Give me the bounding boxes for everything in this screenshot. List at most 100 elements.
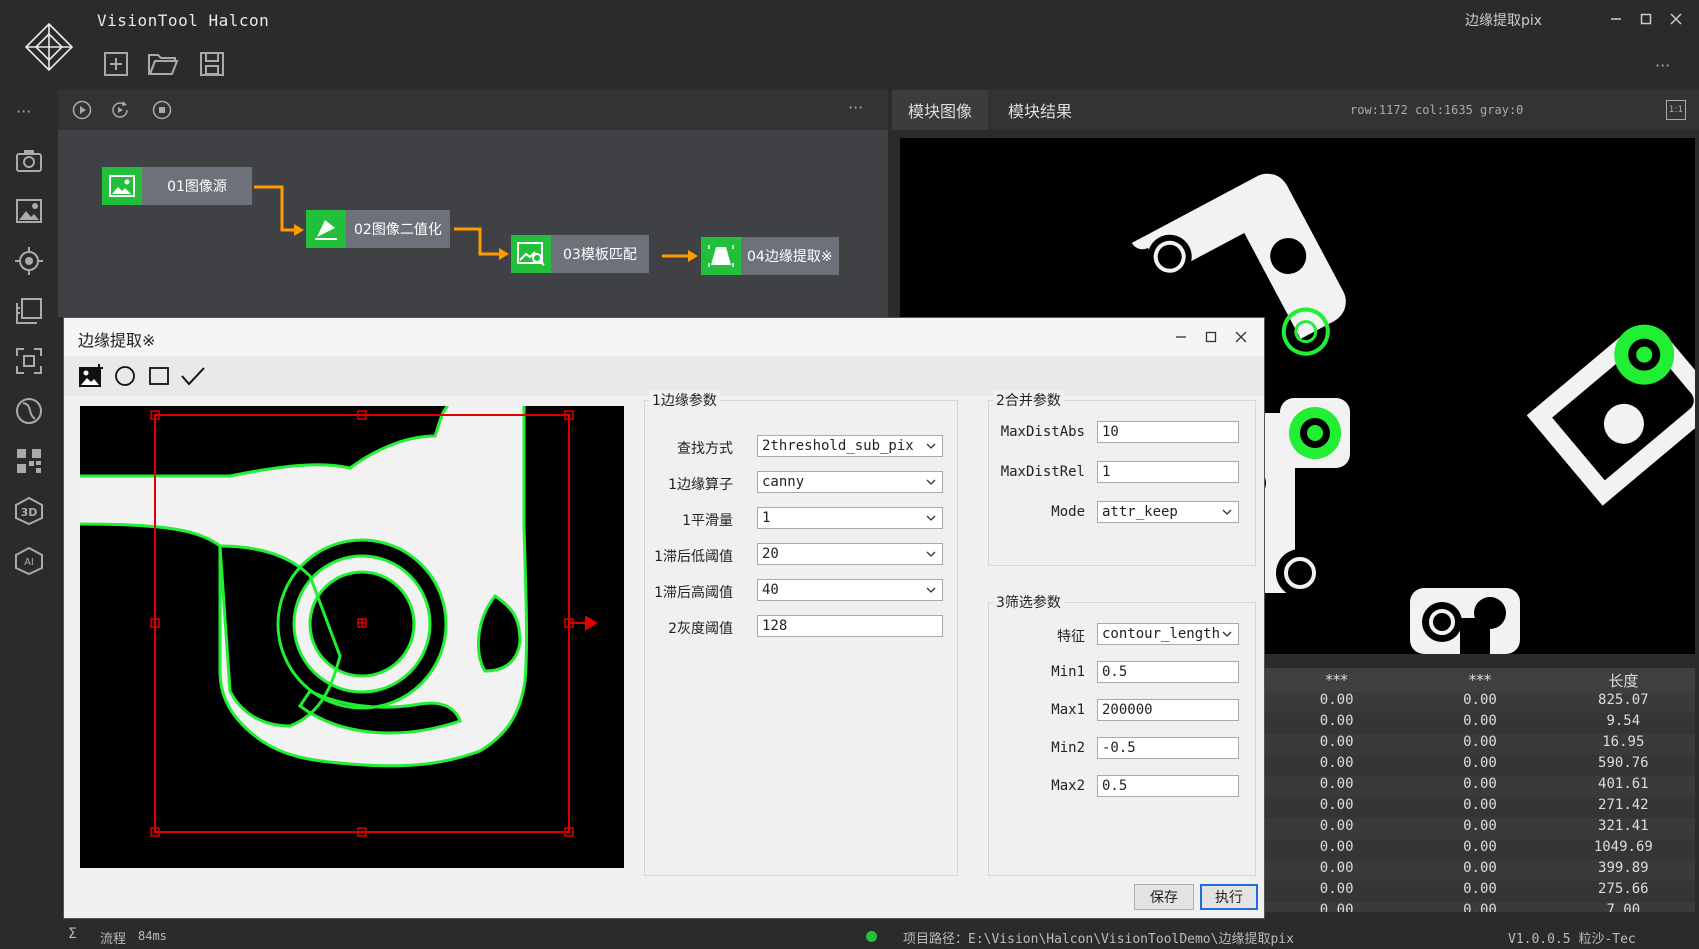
param-value: 1	[1102, 464, 1111, 480]
table-row[interactable]: 0.00 0.00 1049.69	[1265, 839, 1695, 860]
table-cell: 0.00	[1319, 881, 1354, 897]
table-cell: 271.42	[1598, 797, 1649, 813]
edge-params-group: 1边缘参数 查找方式 2threshold_sub_pix 1边缘算子 canny 1平…	[644, 390, 958, 876]
param-input[interactable]: 10	[1097, 421, 1239, 443]
template-match-icon	[511, 235, 551, 273]
param-input[interactable]: -0.5	[1097, 737, 1239, 759]
table-row[interactable]: 0.00 0.00 271.42	[1265, 797, 1695, 818]
param-value: 1	[762, 510, 771, 526]
dialog-minimize-icon[interactable]	[1168, 324, 1194, 350]
loop-run-icon[interactable]	[110, 100, 130, 124]
target-icon[interactable]	[10, 242, 48, 280]
param-select[interactable]: canny	[757, 471, 943, 493]
svg-text:3D: 3D	[21, 506, 38, 519]
table-cell: 16.95	[1602, 734, 1645, 750]
table-cell: 0.00	[1319, 902, 1354, 912]
table-row[interactable]: 0.00 0.00 275.66	[1265, 881, 1695, 902]
close-icon[interactable]	[1663, 6, 1689, 32]
table-cell: 0.00	[1463, 692, 1497, 708]
column-header: ***	[1325, 671, 1348, 689]
version-label: V1.0.0.5 粒沙-Tec	[1508, 932, 1636, 947]
rectangle-roi-icon[interactable]	[144, 361, 174, 391]
result-table-header: *** *** 长度	[1265, 668, 1695, 692]
run-icon[interactable]	[72, 100, 92, 124]
table-cell: 0.00	[1319, 755, 1354, 771]
flow-node-edge-extract[interactable]: 04边缘提取※	[701, 237, 839, 275]
table-row[interactable]: 0.00 0.00 825.07	[1265, 692, 1695, 713]
param-select[interactable]: 2threshold_sub_pix	[757, 435, 943, 457]
filter-params-group: 3筛选参数 特征 contour_length Min1 0.5 Max1 200000 M…	[988, 592, 1256, 876]
param-select[interactable]: 1	[757, 507, 943, 529]
result-table[interactable]: *** *** 长度 0.00 0.00 825.07 0.00 0.00 9.54 0.0…	[1265, 668, 1695, 912]
new-file-icon[interactable]	[100, 48, 132, 80]
load-image-icon[interactable]	[76, 361, 106, 391]
minimize-icon[interactable]	[1603, 6, 1629, 32]
param-label: 1平滑量	[682, 513, 733, 529]
flow-node-image-source[interactable]: 01图像源	[102, 167, 252, 205]
dialog-maximize-icon[interactable]	[1198, 324, 1224, 350]
roi-image-canvas	[80, 406, 598, 837]
sidebar-menu-button[interactable]: ···	[16, 102, 31, 121]
3d-icon[interactable]: 3D	[10, 492, 48, 530]
param-input[interactable]: 0.5	[1097, 661, 1239, 683]
roi-image-view[interactable]	[80, 406, 624, 868]
param-label: 1边缘算子	[668, 477, 733, 493]
table-row[interactable]: 0.00 0.00 16.95	[1265, 734, 1695, 755]
table-row[interactable]: 0.00 0.00 399.89	[1265, 860, 1695, 881]
curve-icon[interactable]	[10, 392, 48, 430]
table-row[interactable]: 0.00 0.00 321.41	[1265, 818, 1695, 839]
param-input[interactable]: 200000	[1097, 699, 1239, 721]
param-input[interactable]: 128	[757, 615, 943, 637]
table-cell: 0.00	[1463, 860, 1497, 876]
table-cell: 0.00	[1319, 860, 1354, 876]
dialog-close-icon[interactable]	[1228, 324, 1254, 350]
camera-icon[interactable]	[10, 142, 48, 180]
tab-module-image[interactable]: 模块图像	[892, 90, 989, 130]
param-value: 20	[762, 546, 779, 562]
image-icon	[102, 167, 142, 205]
flow-canvas[interactable]: 01图像源 02图像二值化 03模板匹配 04边缘提取※	[58, 130, 888, 317]
more-options-button[interactable]: ···	[1655, 56, 1670, 75]
focus-frame-icon[interactable]	[10, 342, 48, 380]
table-row[interactable]: 0.00 0.00 590.76	[1265, 755, 1695, 776]
param-select[interactable]: attr_keep	[1097, 501, 1239, 523]
ai-icon[interactable]: AI	[10, 542, 48, 580]
param-label: 特征	[1057, 629, 1085, 645]
project-path: 项目路径：E:\Vision\Halcon\VisionToolDemo\边缘提…	[903, 932, 1294, 947]
table-cell: 0.00	[1463, 776, 1497, 792]
left-sidebar: ··· 3D AI	[0, 90, 58, 949]
zoom-1to1-button[interactable]: 1:1	[1666, 100, 1686, 120]
table-cell: 590.76	[1598, 755, 1649, 771]
column-header: ***	[1468, 671, 1492, 689]
svg-text:AI: AI	[24, 557, 34, 568]
open-folder-icon[interactable]	[147, 48, 179, 80]
param-value: 10	[1102, 424, 1119, 440]
qr-code-icon[interactable]	[10, 442, 48, 480]
image-settings-icon[interactable]	[10, 192, 48, 230]
flow-more-button[interactable]: ···	[848, 98, 863, 117]
table-cell: 825.07	[1598, 692, 1649, 708]
param-input[interactable]: 0.5	[1097, 775, 1239, 797]
save-icon[interactable]	[196, 48, 228, 80]
flow-node-binarize[interactable]: 02图像二值化	[306, 210, 450, 248]
chevron-down-icon	[924, 583, 938, 597]
save-button[interactable]: 保存	[1134, 884, 1194, 910]
confirm-icon[interactable]	[178, 361, 208, 391]
table-row[interactable]: 0.00 0.00 7.00	[1265, 902, 1695, 912]
chevron-down-icon	[924, 439, 938, 453]
run-button[interactable]: 执行	[1200, 884, 1258, 910]
param-input[interactable]: 1	[1097, 461, 1239, 483]
flow-node-template-match[interactable]: 03模板匹配	[511, 235, 649, 273]
param-label: Mode	[1051, 504, 1085, 520]
stop-icon[interactable]	[152, 100, 172, 124]
circle-roi-icon[interactable]	[110, 361, 140, 391]
title-bar: VisionTool Halcon 边缘提取pix ···	[0, 0, 1699, 90]
param-select[interactable]: 20	[757, 543, 943, 565]
maximize-icon[interactable]	[1633, 6, 1659, 32]
param-select[interactable]: 40	[757, 579, 943, 601]
table-row[interactable]: 0.00 0.00 401.61	[1265, 776, 1695, 797]
measure-icon[interactable]	[10, 292, 48, 330]
tab-module-result[interactable]: 模块结果	[992, 90, 1088, 130]
param-select[interactable]: contour_length	[1097, 623, 1239, 645]
table-row[interactable]: 0.00 0.00 9.54	[1265, 713, 1695, 734]
